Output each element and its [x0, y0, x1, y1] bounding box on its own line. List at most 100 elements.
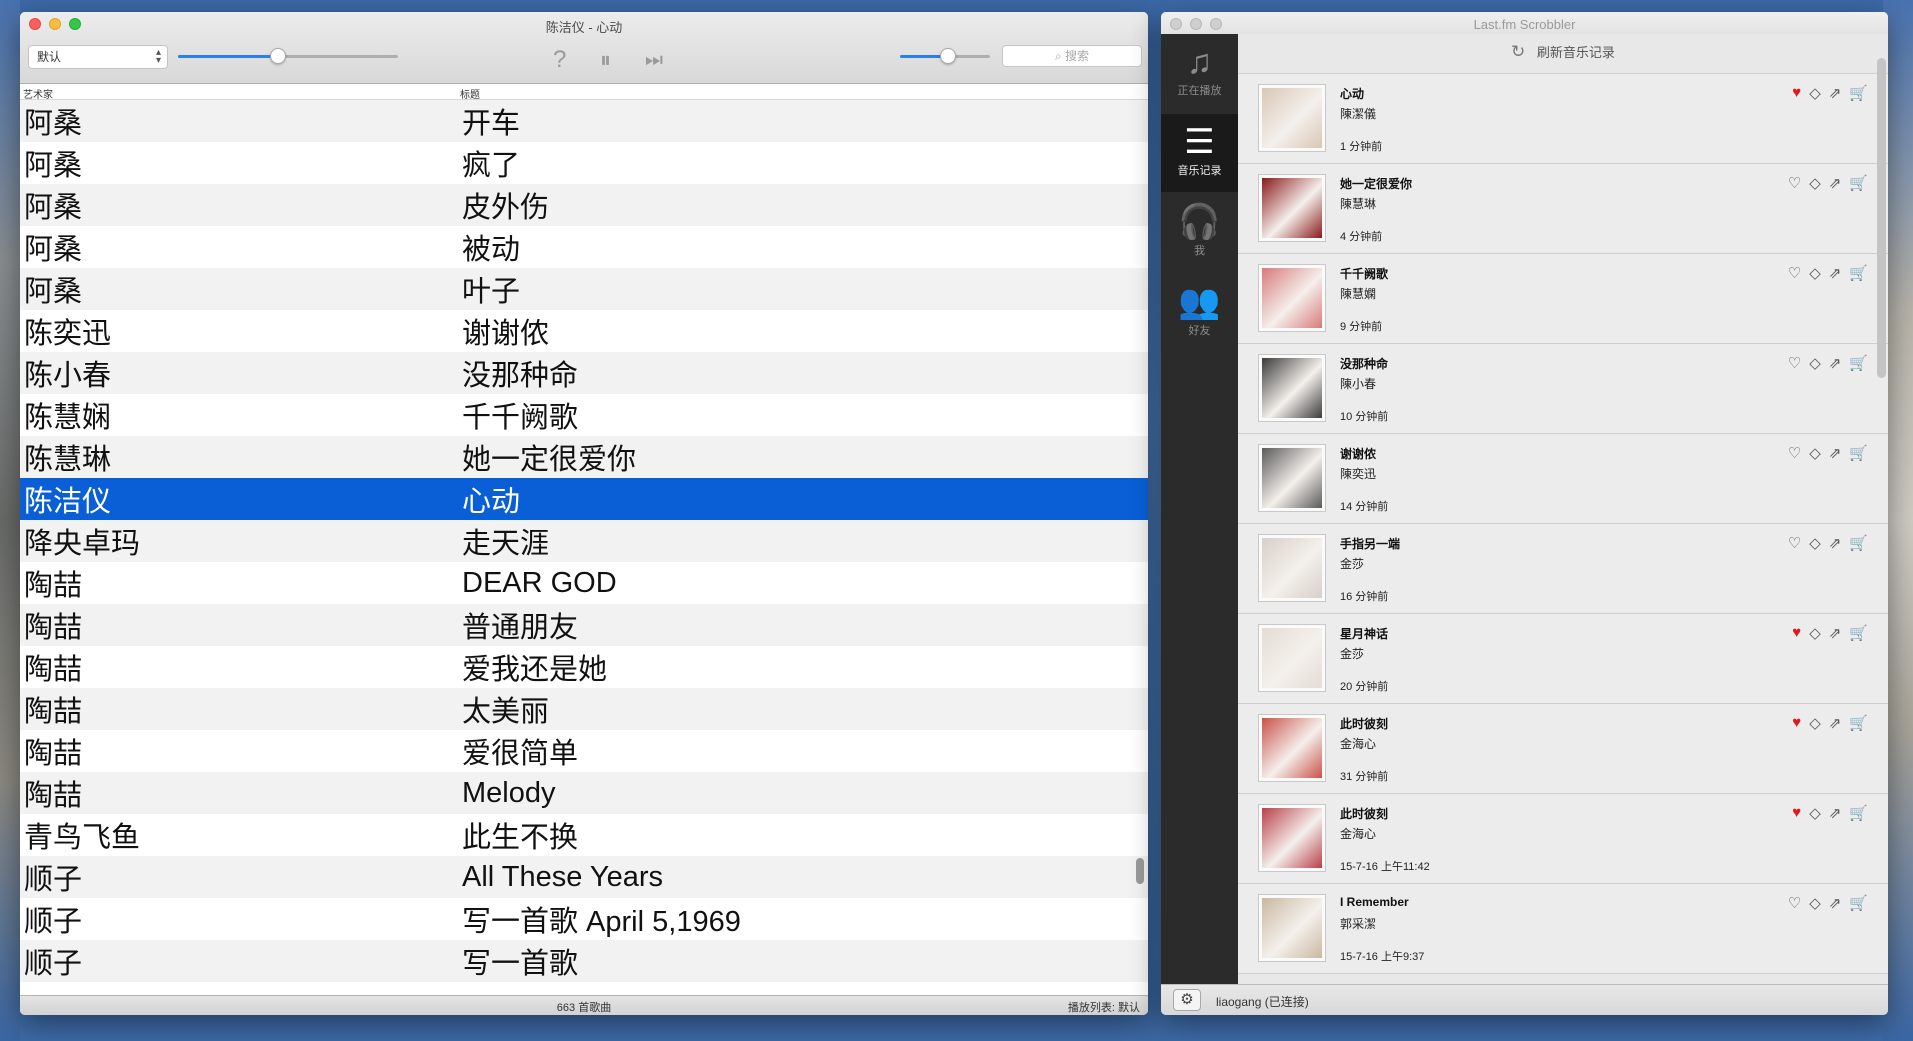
table-row[interactable]: 阿桑 皮外伤	[20, 184, 1148, 226]
table-row[interactable]: 陶喆 DEAR GOD	[20, 562, 1148, 604]
volume-slider-knob[interactable]	[940, 48, 956, 64]
refresh-tracks-button[interactable]: ↻ 刷新音乐记录	[1238, 34, 1888, 74]
playlist-select[interactable]: 默认 ▴ ▾	[28, 45, 168, 69]
tag-icon[interactable]: ◇	[1809, 174, 1821, 192]
table-row[interactable]: 阿桑 叶子	[20, 268, 1148, 310]
love-heart-icon[interactable]: ♡	[1788, 444, 1801, 462]
tag-icon[interactable]: ◇	[1809, 894, 1821, 912]
tag-icon[interactable]: ◇	[1809, 714, 1821, 732]
volume-slider[interactable]	[900, 48, 990, 64]
tag-icon[interactable]: ◇	[1809, 804, 1821, 822]
table-row[interactable]: 陈奕迅 谢谢侬	[20, 310, 1148, 352]
share-icon[interactable]: ⇗	[1829, 714, 1842, 732]
lastfm-titlebar: Last.fm Scrobbler	[1161, 12, 1888, 34]
tag-icon[interactable]: ◇	[1809, 84, 1821, 102]
column-header-title[interactable]: 标题	[460, 86, 480, 101]
tracks-scrollbar[interactable]	[1877, 58, 1886, 378]
window-title: Last.fm Scrobbler	[1473, 17, 1576, 32]
track-artist: 金莎	[1340, 647, 1365, 661]
share-icon[interactable]: ⇗	[1829, 534, 1842, 552]
tag-icon[interactable]: ◇	[1809, 624, 1821, 642]
table-row[interactable]: 青鸟飞鱼 此生不换	[20, 814, 1148, 856]
table-row[interactable]: 陈慧娴 千千阙歌	[20, 394, 1148, 436]
table-row[interactable]: 陶喆 Melody	[20, 772, 1148, 814]
share-icon[interactable]: ⇗	[1829, 624, 1842, 642]
share-icon[interactable]: ⇗	[1829, 84, 1842, 102]
track-item[interactable]: 心动 陳潔儀 1 分钟前 ♥ ◇ ⇗ 🛒	[1238, 74, 1888, 164]
table-row[interactable]: 顺子 写一首歌 April 5,1969	[20, 898, 1148, 940]
user-connection-status: liaogang (已连接)	[1216, 995, 1309, 1009]
table-row[interactable]: 陶喆 爱我还是她	[20, 646, 1148, 688]
tag-icon[interactable]: ◇	[1809, 264, 1821, 282]
search-input[interactable]: ⌕ 搜索	[1002, 45, 1142, 67]
buy-cart-icon[interactable]: 🛒	[1849, 354, 1868, 372]
table-row[interactable]: 降央卓玛 走天涯	[20, 520, 1148, 562]
buy-cart-icon[interactable]: 🛒	[1849, 264, 1868, 282]
table-row[interactable]: 阿桑 被动	[20, 226, 1148, 268]
love-heart-icon[interactable]: ♥	[1792, 624, 1801, 642]
track-item[interactable]: 此时彼刻 金海心 31 分钟前 ♥ ◇ ⇗ 🛒	[1238, 704, 1888, 794]
track-actions: ♥ ◇ ⇗ 🛒	[1792, 714, 1868, 732]
track-item[interactable]: 手指另一端 金莎 16 分钟前 ♡ ◇ ⇗ 🛒	[1238, 524, 1888, 614]
table-row[interactable]: 陈洁仪 心动	[20, 478, 1148, 520]
track-item[interactable]: I Remember 郭采潔 15-7-16 上午9:37 ♡ ◇ ⇗ 🛒	[1238, 884, 1888, 974]
buy-cart-icon[interactable]: 🛒	[1849, 174, 1868, 192]
settings-button[interactable]: ⚙	[1173, 989, 1201, 1011]
tag-icon[interactable]: ◇	[1809, 534, 1821, 552]
love-heart-icon[interactable]: ♡	[1788, 354, 1801, 372]
table-row[interactable]: 陈慧琳 她一定很爱你	[20, 436, 1148, 478]
column-header-artist[interactable]: 艺术家	[23, 86, 53, 101]
track-time: 4 分钟前	[1340, 231, 1383, 243]
track-item[interactable]: 谢谢侬 陳奕迅 14 分钟前 ♡ ◇ ⇗ 🛒	[1238, 434, 1888, 524]
table-row[interactable]: 陈小春 没那种命	[20, 352, 1148, 394]
tag-icon[interactable]: ◇	[1809, 354, 1821, 372]
table-row[interactable]: 陶喆 太美丽	[20, 688, 1148, 730]
love-heart-icon[interactable]: ♡	[1788, 894, 1801, 912]
love-heart-icon[interactable]: ♥	[1792, 714, 1801, 732]
nav-recent-tracks[interactable]: ☰ 音乐记录	[1161, 114, 1238, 192]
song-list-scrollbar[interactable]	[1136, 858, 1144, 884]
share-icon[interactable]: ⇗	[1829, 264, 1842, 282]
share-icon[interactable]: ⇗	[1829, 894, 1842, 912]
share-icon[interactable]: ⇗	[1829, 354, 1842, 372]
next-track-button[interactable]: ⏭	[645, 48, 663, 72]
table-row[interactable]: 顺子 All These Years	[20, 856, 1148, 898]
track-item[interactable]: 星月神话 金莎 20 分钟前 ♥ ◇ ⇗ 🛒	[1238, 614, 1888, 704]
tag-icon[interactable]: ◇	[1809, 444, 1821, 462]
table-row[interactable]: 陶喆 爱很简单	[20, 730, 1148, 772]
buy-cart-icon[interactable]: 🛒	[1849, 444, 1868, 462]
track-item[interactable]: 没那种命 陳小春 10 分钟前 ♡ ◇ ⇗ 🛒	[1238, 344, 1888, 434]
progress-slider[interactable]	[178, 48, 398, 64]
track-artist: 陳潔儀	[1340, 107, 1377, 121]
table-row[interactable]: 顺子 写一首歌	[20, 940, 1148, 982]
buy-cart-icon[interactable]: 🛒	[1849, 624, 1868, 642]
pause-button[interactable]: ⏸	[600, 48, 611, 72]
nav-now-playing[interactable]: ♫ 正在播放	[1161, 34, 1238, 112]
help-button[interactable]: ?	[553, 48, 566, 72]
track-item[interactable]: 千千阙歌 陳慧嫻 9 分钟前 ♡ ◇ ⇗ 🛒	[1238, 254, 1888, 344]
table-row[interactable]: 陶喆 普通朋友	[20, 604, 1148, 646]
buy-cart-icon[interactable]: 🛒	[1849, 714, 1868, 732]
nav-friends[interactable]: 👥 好友	[1161, 274, 1238, 352]
progress-slider-knob[interactable]	[270, 48, 286, 64]
buy-cart-icon[interactable]: 🛒	[1849, 804, 1868, 822]
love-heart-icon[interactable]: ♡	[1788, 534, 1801, 552]
love-heart-icon[interactable]: ♥	[1792, 84, 1801, 102]
love-heart-icon[interactable]: ♡	[1788, 174, 1801, 192]
row-title: 心动	[462, 486, 521, 518]
friends-icon: 👥	[1178, 283, 1221, 321]
track-item[interactable]: 她一定很爱你 陳慧琳 4 分钟前 ♡ ◇ ⇗ 🛒	[1238, 164, 1888, 254]
buy-cart-icon[interactable]: 🛒	[1849, 894, 1868, 912]
table-row[interactable]: 阿桑 疯了	[20, 142, 1148, 184]
share-icon[interactable]: ⇗	[1829, 444, 1842, 462]
share-icon[interactable]: ⇗	[1829, 174, 1842, 192]
song-list[interactable]: 阿桑 开车 阿桑 疯了 阿桑 皮外伤 阿桑 被动 阿桑 叶子 陈奕迅 谢谢侬 陈小春 没那种命 陈慧娴 千千阙…	[20, 100, 1148, 983]
share-icon[interactable]: ⇗	[1829, 804, 1842, 822]
table-row[interactable]: 阿桑 开车	[20, 100, 1148, 142]
love-heart-icon[interactable]: ♥	[1792, 804, 1801, 822]
nav-me[interactable]: 🎧 我	[1161, 194, 1238, 272]
buy-cart-icon[interactable]: 🛒	[1849, 534, 1868, 552]
track-item[interactable]: 此时彼刻 金海心 15-7-16 上午11:42 ♥ ◇ ⇗ 🛒	[1238, 794, 1888, 884]
buy-cart-icon[interactable]: 🛒	[1849, 84, 1868, 102]
love-heart-icon[interactable]: ♡	[1788, 264, 1801, 282]
